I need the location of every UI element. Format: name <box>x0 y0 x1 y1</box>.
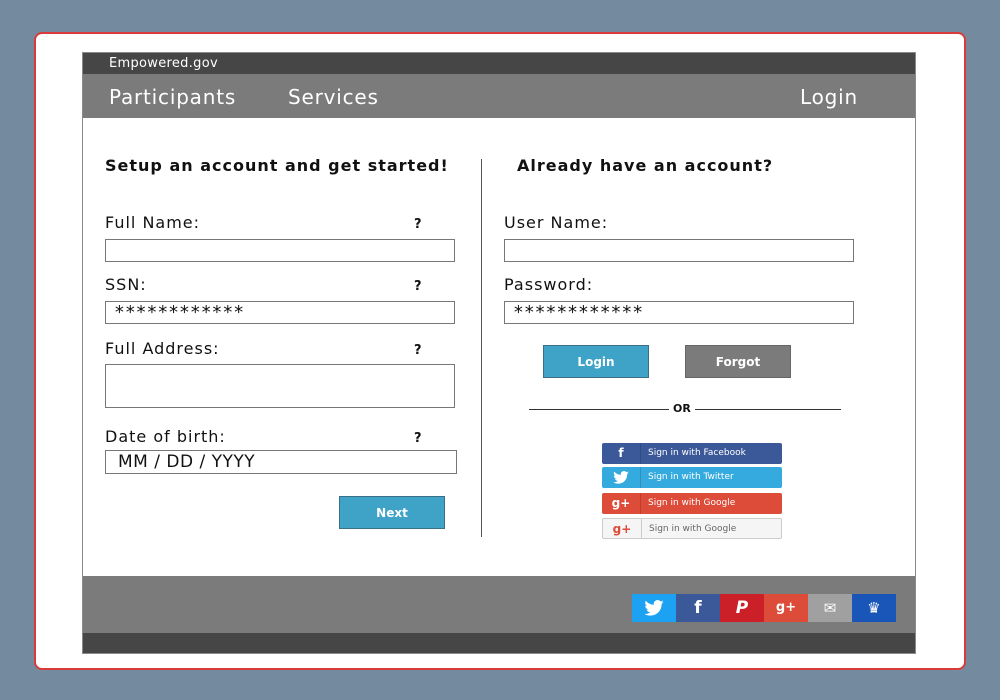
full-name-label: Full Name: <box>105 213 201 232</box>
password-label: Password: <box>504 275 594 294</box>
address-help-icon[interactable]: ? <box>414 343 422 358</box>
sign-in-twitter-label: Sign in with Twitter <box>648 472 734 482</box>
share-google-plus-icon[interactable]: g+ <box>764 594 808 622</box>
column-divider <box>481 159 482 537</box>
sign-in-google-light-label: Sign in with Google <box>649 524 737 534</box>
ssn-input[interactable] <box>105 301 455 324</box>
dob-input[interactable] <box>105 450 457 474</box>
share-facebook-icon[interactable]: f <box>676 594 720 622</box>
ssn-label: SSN: <box>105 275 147 294</box>
next-button[interactable]: Next <box>339 496 445 529</box>
share-twitter-icon[interactable] <box>632 594 676 622</box>
share-crown-icon[interactable]: ♛ <box>852 594 896 622</box>
password-input[interactable] <box>504 301 854 324</box>
page-frame: Empowered.gov Participants Services Logi… <box>82 52 916 654</box>
google-plus-icon: g+ <box>602 493 641 514</box>
sign-in-google-light-button[interactable]: g+ Sign in with Google <box>602 518 782 539</box>
signup-heading: Setup an account and get started! <box>105 156 449 175</box>
facebook-icon: f <box>602 443 641 464</box>
site-topbar: Empowered.gov <box>83 53 915 74</box>
main-nav: Participants Services Login <box>83 74 915 118</box>
dob-help-icon[interactable]: ? <box>414 431 422 446</box>
or-divider-right <box>695 409 841 410</box>
username-input[interactable] <box>504 239 854 262</box>
nav-login[interactable]: Login <box>800 85 858 109</box>
share-pinterest-icon[interactable]: P <box>720 594 764 622</box>
share-email-icon[interactable]: ✉ <box>808 594 852 622</box>
address-label: Full Address: <box>105 339 220 358</box>
full-name-help-icon[interactable]: ? <box>414 217 422 232</box>
ssn-help-icon[interactable]: ? <box>414 279 422 294</box>
signin-heading: Already have an account? <box>517 156 774 175</box>
nav-participants[interactable]: Participants <box>109 85 236 109</box>
forgot-button[interactable]: Forgot <box>685 345 791 378</box>
full-name-input[interactable] <box>105 239 455 262</box>
footer-bottom-bar <box>83 633 915 653</box>
sign-in-facebook-button[interactable]: f Sign in with Facebook <box>602 443 782 464</box>
dob-label: Date of birth: <box>105 427 226 446</box>
login-button[interactable]: Login <box>543 345 649 378</box>
site-domain: Empowered.gov <box>109 56 218 71</box>
sign-in-google-button[interactable]: g+ Sign in with Google <box>602 493 782 514</box>
twitter-icon <box>602 467 641 488</box>
sign-in-twitter-button[interactable]: Sign in with Twitter <box>602 467 782 488</box>
sign-in-facebook-label: Sign in with Facebook <box>648 448 746 458</box>
nav-services[interactable]: Services <box>288 85 379 109</box>
sign-in-google-label: Sign in with Google <box>648 498 736 508</box>
google-plus-icon: g+ <box>603 519 642 538</box>
username-label: User Name: <box>504 213 609 232</box>
or-label: OR <box>671 402 693 415</box>
or-divider-left <box>529 409 669 410</box>
address-input[interactable] <box>105 364 455 408</box>
